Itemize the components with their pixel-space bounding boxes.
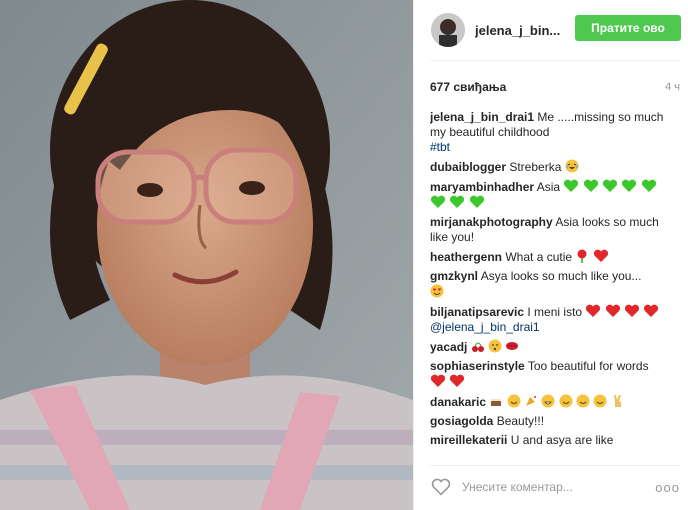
- comment-item: danakaric: [430, 394, 680, 410]
- follow-button[interactable]: Пратите ово: [575, 15, 681, 41]
- heart-outline-icon[interactable]: [430, 477, 452, 497]
- instagram-post-window: jelena_j_bin... Пратите ово 677 свиђања …: [0, 0, 688, 510]
- green-heart-icon: [469, 195, 484, 208]
- smiling-face-icon: [559, 394, 573, 408]
- comment-item: maryambinhadher Asia: [430, 179, 680, 211]
- comment-text: Streberka: [509, 160, 562, 174]
- red-heart-icon: [644, 304, 659, 317]
- rose-icon: [577, 249, 587, 263]
- comment-item: gosiagolda Beauty!!!: [430, 414, 680, 429]
- comment-username[interactable]: dubaiblogger: [430, 160, 506, 174]
- smiling-face-icon: [507, 394, 521, 408]
- cake-icon: [491, 399, 502, 406]
- comment-username[interactable]: gosiagolda: [430, 414, 493, 428]
- red-heart-icon: [586, 304, 601, 317]
- comment-text: U and asya are like: [510, 433, 614, 447]
- green-heart-icon: [450, 195, 465, 208]
- post-header: jelena_j_bin... Пратите ово: [414, 0, 688, 60]
- green-heart-icon: [430, 195, 446, 208]
- red-heart-icon: [430, 374, 446, 387]
- smiling-face-icon: [593, 394, 607, 408]
- username[interactable]: jelena_j_bin...: [475, 23, 571, 38]
- comment-username[interactable]: gmzkynl: [430, 269, 478, 283]
- smiling-face-icon: [576, 394, 590, 408]
- comment-item: jelena_j_bin_drai1 Me .....missing so mu…: [430, 110, 680, 155]
- comment-username[interactable]: heathergenn: [430, 250, 502, 264]
- red-heart-icon: [625, 304, 640, 317]
- green-heart-icon: [603, 179, 618, 192]
- comment-username[interactable]: jelena_j_bin_drai1: [430, 110, 534, 124]
- comment-input[interactable]: [462, 480, 642, 494]
- green-heart-icon: [622, 179, 637, 192]
- comment-text: Beauty!!!: [496, 414, 545, 428]
- avatar[interactable]: [431, 13, 465, 47]
- more-options-icon[interactable]: ooo: [655, 480, 680, 495]
- comment-username[interactable]: yacadj: [430, 340, 467, 354]
- likes-row: 677 свиђања 4 ч: [430, 78, 680, 96]
- comment-username[interactable]: danakaric: [430, 395, 486, 409]
- comment-item: heathergenn What a cutie: [430, 249, 680, 265]
- comment-item: gmzkynl Asya looks so much like you...: [430, 269, 680, 300]
- green-heart-icon: [641, 179, 656, 192]
- comment-username[interactable]: sophiaserinstyle: [430, 359, 525, 373]
- comment-username[interactable]: maryambinhadher: [430, 180, 534, 194]
- comment-item: dubaiblogger Streberka: [430, 159, 680, 175]
- red-heart-icon: [450, 374, 465, 387]
- cherries-icon: [471, 342, 484, 352]
- green-heart-icon: [583, 179, 598, 192]
- mention-link[interactable]: @jelena_j_bin_drai1: [430, 320, 540, 334]
- comment-username[interactable]: mireillekaterii: [430, 433, 507, 447]
- laughing-face-icon: [565, 159, 579, 173]
- comments-list: jelena_j_bin_drai1 Me .....missing so mu…: [430, 110, 680, 458]
- header-divider: [430, 60, 680, 61]
- green-heart-icon: [564, 179, 579, 192]
- comment-text: Asya looks so much like you...: [480, 269, 642, 283]
- comment-text: Too beautiful for words: [527, 359, 649, 373]
- likes-count[interactable]: 677 свиђања: [430, 80, 506, 94]
- grinning-face-icon: [541, 394, 555, 408]
- comment-compose-bar: ooo: [430, 470, 680, 504]
- comment-item: mirjanakphotography Asia looks so much l…: [430, 215, 680, 245]
- comment-text: I meni isto: [527, 305, 583, 319]
- red-heart-icon: [605, 304, 620, 317]
- comment-item: mireillekaterii U and asya are like: [430, 433, 680, 448]
- kiss-face-icon: [488, 339, 502, 353]
- comment-username[interactable]: biljanatipsarevic: [430, 305, 524, 319]
- post-side-panel: jelena_j_bin... Пратите ово 677 свиђања …: [413, 0, 688, 510]
- comment-item: biljanatipsarevic I meni isto @jelena_j_…: [430, 304, 680, 335]
- comment-username[interactable]: mirjanakphotography: [430, 215, 553, 229]
- party-popper-icon: [526, 396, 537, 406]
- lips-icon: [506, 342, 519, 350]
- heart-eyes-face-icon: [430, 284, 444, 298]
- post-photo: [0, 0, 413, 510]
- compose-divider: [430, 465, 680, 466]
- comment-text: Asia: [536, 180, 561, 194]
- red-heart-icon: [593, 249, 608, 262]
- post-time[interactable]: 4 ч: [665, 81, 680, 93]
- victory-hand-icon: [613, 395, 621, 407]
- comment-item: sophiaserinstyle Too beautiful for words: [430, 359, 680, 390]
- comment-item: yacadj: [430, 339, 680, 355]
- comment-text: What a cutie: [505, 250, 573, 264]
- hashtag-link[interactable]: #tbt: [430, 140, 450, 154]
